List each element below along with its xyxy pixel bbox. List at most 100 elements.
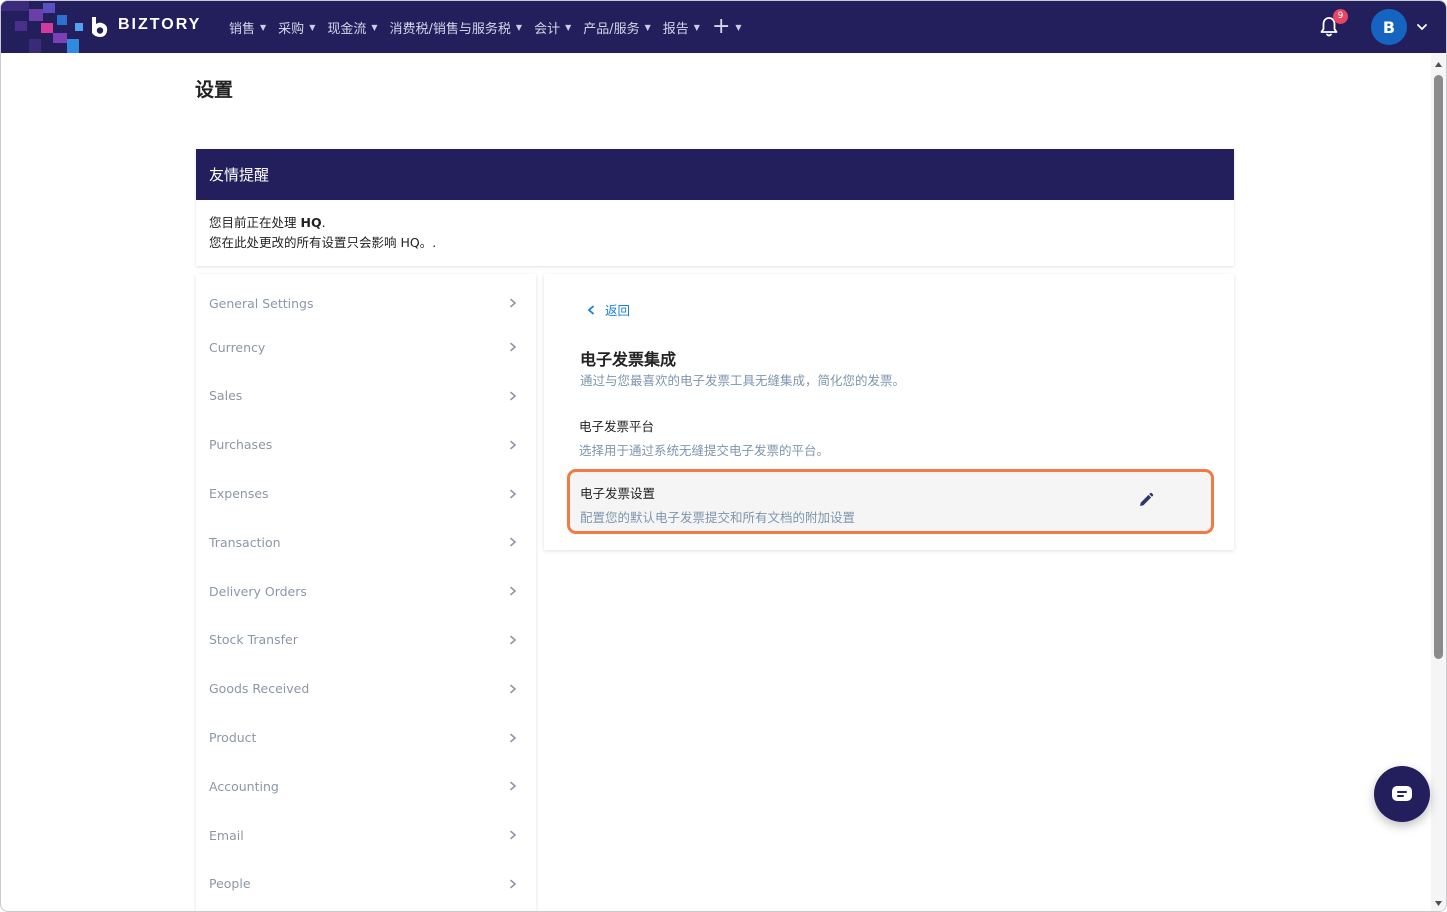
menu-accounting[interactable]: 会计 ▼ bbox=[534, 18, 571, 37]
chevron-right-icon bbox=[510, 782, 517, 791]
menu-products[interactable]: 产品/服务 ▼ bbox=[583, 18, 651, 37]
reminder-body: 您目前正在处理 HQ. 您在此处更改的所有设置只会影响 HQ。. bbox=[196, 200, 1234, 266]
reminder-line-1: 您目前正在处理 HQ. bbox=[209, 213, 1221, 233]
sidebar-item-expenses[interactable]: Expenses bbox=[196, 469, 536, 518]
reminder-line-2: 您在此处更改的所有设置只会影响 HQ。. bbox=[209, 235, 437, 250]
chevron-right-icon bbox=[510, 879, 517, 889]
sidebar-item-sales[interactable]: Sales bbox=[196, 372, 536, 421]
menu-label: 报告 bbox=[662, 21, 689, 37]
caret-down-icon: ▼ bbox=[309, 22, 316, 32]
logo-pixel bbox=[15, 21, 27, 31]
pencil-icon[interactable] bbox=[1137, 491, 1155, 509]
plus-icon: + bbox=[711, 14, 731, 39]
menu-label: 会计 bbox=[534, 21, 561, 37]
chevron-right-icon bbox=[510, 830, 517, 840]
caret-down-icon: ▼ bbox=[735, 22, 742, 32]
sidebar-item-general-settings[interactable]: General Settings bbox=[196, 274, 536, 323]
back-link[interactable]: 返回 bbox=[586, 300, 630, 319]
scroll-up-arrow-icon[interactable] bbox=[1434, 60, 1443, 69]
row-description: 配置您的默认电子发票提交和所有文档的附加设置 bbox=[580, 510, 856, 525]
entity-name: HQ bbox=[300, 215, 322, 230]
scroll-down-arrow-icon[interactable] bbox=[1434, 899, 1443, 908]
settings-sidebar: General Settings Currency Sales Purchase… bbox=[196, 274, 536, 911]
caret-down-icon: ▼ bbox=[515, 22, 523, 32]
sidebar-item-label: Product bbox=[209, 730, 257, 746]
logo-pixel bbox=[67, 39, 79, 53]
menu-label: 现金流 bbox=[327, 21, 367, 37]
sidebar-item-label: Email bbox=[209, 827, 244, 843]
page-title: 设置 bbox=[195, 79, 234, 101]
section-title: 电子发票集成 bbox=[580, 350, 677, 369]
scrollbar-thumb[interactable] bbox=[1434, 75, 1443, 659]
menu-label: 消费税/销售与服务税 bbox=[389, 21, 511, 37]
menu-label: 销售 bbox=[229, 21, 256, 37]
chevron-down-icon[interactable] bbox=[1416, 21, 1428, 33]
sidebar-item-label: Transaction bbox=[209, 534, 281, 550]
notifications-button[interactable]: 9 bbox=[1317, 9, 1348, 39]
sidebar-item-currency[interactable]: Currency bbox=[196, 323, 536, 372]
sidebar-item-label: Sales bbox=[209, 388, 243, 404]
sidebar-item-people[interactable]: People bbox=[196, 860, 536, 909]
menu-sales[interactable]: 销售 ▼ bbox=[229, 18, 266, 37]
logo-pixel bbox=[57, 15, 67, 25]
einvoice-settings-row[interactable]: 电子发票设置 配置您的默认电子发票提交和所有文档的附加设置 bbox=[567, 469, 1214, 534]
back-label: 返回 bbox=[605, 303, 631, 318]
main-menu: 销售 ▼ 采购 ▼ 现金流 ▼ 消费税/销售与服务税 ▼ 会计 ▼ 产品/服务 ▼ 报告 ▼ … bbox=[229, 1, 754, 53]
chevron-right-icon bbox=[510, 733, 517, 742]
chat-button[interactable] bbox=[1374, 766, 1430, 822]
menu-label: 采购 bbox=[278, 21, 305, 37]
sidebar-item-goods-received[interactable]: Goods Received bbox=[196, 664, 536, 713]
brand-mark-icon bbox=[92, 17, 108, 37]
menu-add[interactable]: + ▼ bbox=[712, 16, 742, 38]
logo-pixel bbox=[29, 39, 41, 53]
caret-down-icon: ▼ bbox=[644, 22, 651, 32]
notification-badge: 9 bbox=[1333, 9, 1348, 24]
sidebar-item-label: Accounting bbox=[209, 778, 279, 794]
chat-icon bbox=[1392, 786, 1412, 801]
user-avatar[interactable]: B bbox=[1371, 9, 1407, 45]
top-navbar: BIZTORY 销售 ▼ 采购 ▼ 现金流 ▼ 消费税/销售与服务税 ▼ 会计 ▼ 产品/… bbox=[1, 1, 1446, 53]
sidebar-item-label: People bbox=[209, 876, 251, 892]
sidebar-item-stock-transfer[interactable]: Stock Transfer bbox=[196, 616, 536, 665]
sidebar-item-label: Expenses bbox=[209, 486, 269, 502]
navbar-right: 9 B bbox=[1317, 1, 1428, 53]
sidebar-item-accounting[interactable]: Accounting bbox=[196, 762, 536, 811]
row-title: 电子发票设置 bbox=[580, 486, 656, 501]
logo-pixel bbox=[43, 3, 55, 13]
menu-purchases[interactable]: 采购 ▼ bbox=[278, 18, 315, 37]
sidebar-item-label: Goods Received bbox=[209, 681, 310, 697]
einvoice-platform-row[interactable]: 电子发票平台 选择用于通过系统无缝提交电子发票的平台。 bbox=[579, 416, 829, 459]
sidebar-item-label: Delivery Orders bbox=[209, 583, 307, 599]
caret-down-icon: ▼ bbox=[693, 22, 700, 32]
chevron-right-icon bbox=[510, 538, 517, 547]
sidebar-item-product[interactable]: Product bbox=[196, 713, 536, 762]
reminder-panel: 友情提醒 您目前正在处理 HQ. 您在此处更改的所有设置只会影响 HQ。. bbox=[196, 149, 1234, 266]
sidebar-item-transaction[interactable]: Transaction bbox=[196, 518, 536, 567]
section-description: 通过与您最喜欢的电子发票工具无缝集成，简化您的发票。 bbox=[580, 373, 906, 388]
logo-pixel bbox=[75, 23, 83, 31]
chevron-right-icon bbox=[510, 391, 517, 401]
reminder-text: . bbox=[321, 215, 326, 230]
chevron-right-icon bbox=[510, 489, 517, 498]
menu-reports[interactable]: 报告 ▼ bbox=[663, 18, 700, 37]
caret-down-icon: ▼ bbox=[371, 22, 378, 32]
reminder-heading: 友情提醒 bbox=[196, 149, 1234, 200]
menu-cashflow[interactable]: 现金流 ▼ bbox=[327, 18, 377, 37]
chevron-right-icon bbox=[510, 342, 517, 352]
chevron-left-icon bbox=[587, 305, 594, 314]
chevron-right-icon bbox=[510, 684, 517, 694]
page-scrollbar[interactable] bbox=[1431, 53, 1446, 911]
row-title: 电子发票平台 bbox=[579, 419, 655, 434]
caret-down-icon: ▼ bbox=[565, 22, 572, 32]
caret-down-icon: ▼ bbox=[260, 22, 267, 32]
menu-tax[interactable]: 消费税/销售与服务税 ▼ bbox=[390, 18, 523, 37]
logo-pixel bbox=[29, 9, 43, 21]
sidebar-item-email[interactable]: Email bbox=[196, 811, 536, 860]
sidebar-item-delivery-orders[interactable]: Delivery Orders bbox=[196, 567, 536, 616]
sidebar-item-label: Stock Transfer bbox=[209, 632, 298, 648]
chevron-right-icon bbox=[510, 586, 517, 596]
sidebar-item-label: Currency bbox=[209, 339, 266, 355]
brand-logo[interactable]: BIZTORY bbox=[1, 1, 211, 53]
sidebar-item-purchases[interactable]: Purchases bbox=[196, 420, 536, 469]
row-description: 选择用于通过系统无缝提交电子发票的平台。 bbox=[579, 443, 830, 458]
